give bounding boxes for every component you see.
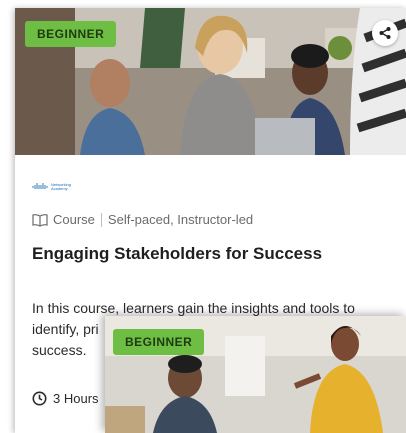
delivery-mode: Self-paced, Instructor-led bbox=[107, 212, 254, 227]
course-meta: Course Self-paced, Instructor-led bbox=[32, 212, 253, 227]
share-icon bbox=[379, 27, 391, 39]
course-title[interactable]: Engaging Stakeholders for Success bbox=[32, 244, 322, 264]
description-text-line3: success. bbox=[32, 342, 87, 358]
clock-icon bbox=[32, 391, 47, 406]
cisco-logo-icon bbox=[32, 183, 48, 189]
overlay-course-card[interactable]: BEGINNER bbox=[105, 316, 406, 433]
course-type-label: Course bbox=[53, 212, 95, 227]
overlay-level-badge: BEGINNER bbox=[113, 329, 205, 355]
logo-line-2: Academy bbox=[51, 185, 68, 191]
course-image: BEGINNER bbox=[15, 8, 406, 155]
share-button[interactable] bbox=[372, 20, 398, 46]
book-icon bbox=[32, 213, 48, 227]
duration-text: 3 Hours bbox=[53, 391, 99, 406]
course-duration: 3 Hours bbox=[32, 391, 99, 406]
cisco-networking-academy-logo: Networking Academy bbox=[32, 182, 71, 191]
meta-divider bbox=[100, 212, 102, 227]
level-badge: BEGINNER bbox=[25, 21, 117, 47]
